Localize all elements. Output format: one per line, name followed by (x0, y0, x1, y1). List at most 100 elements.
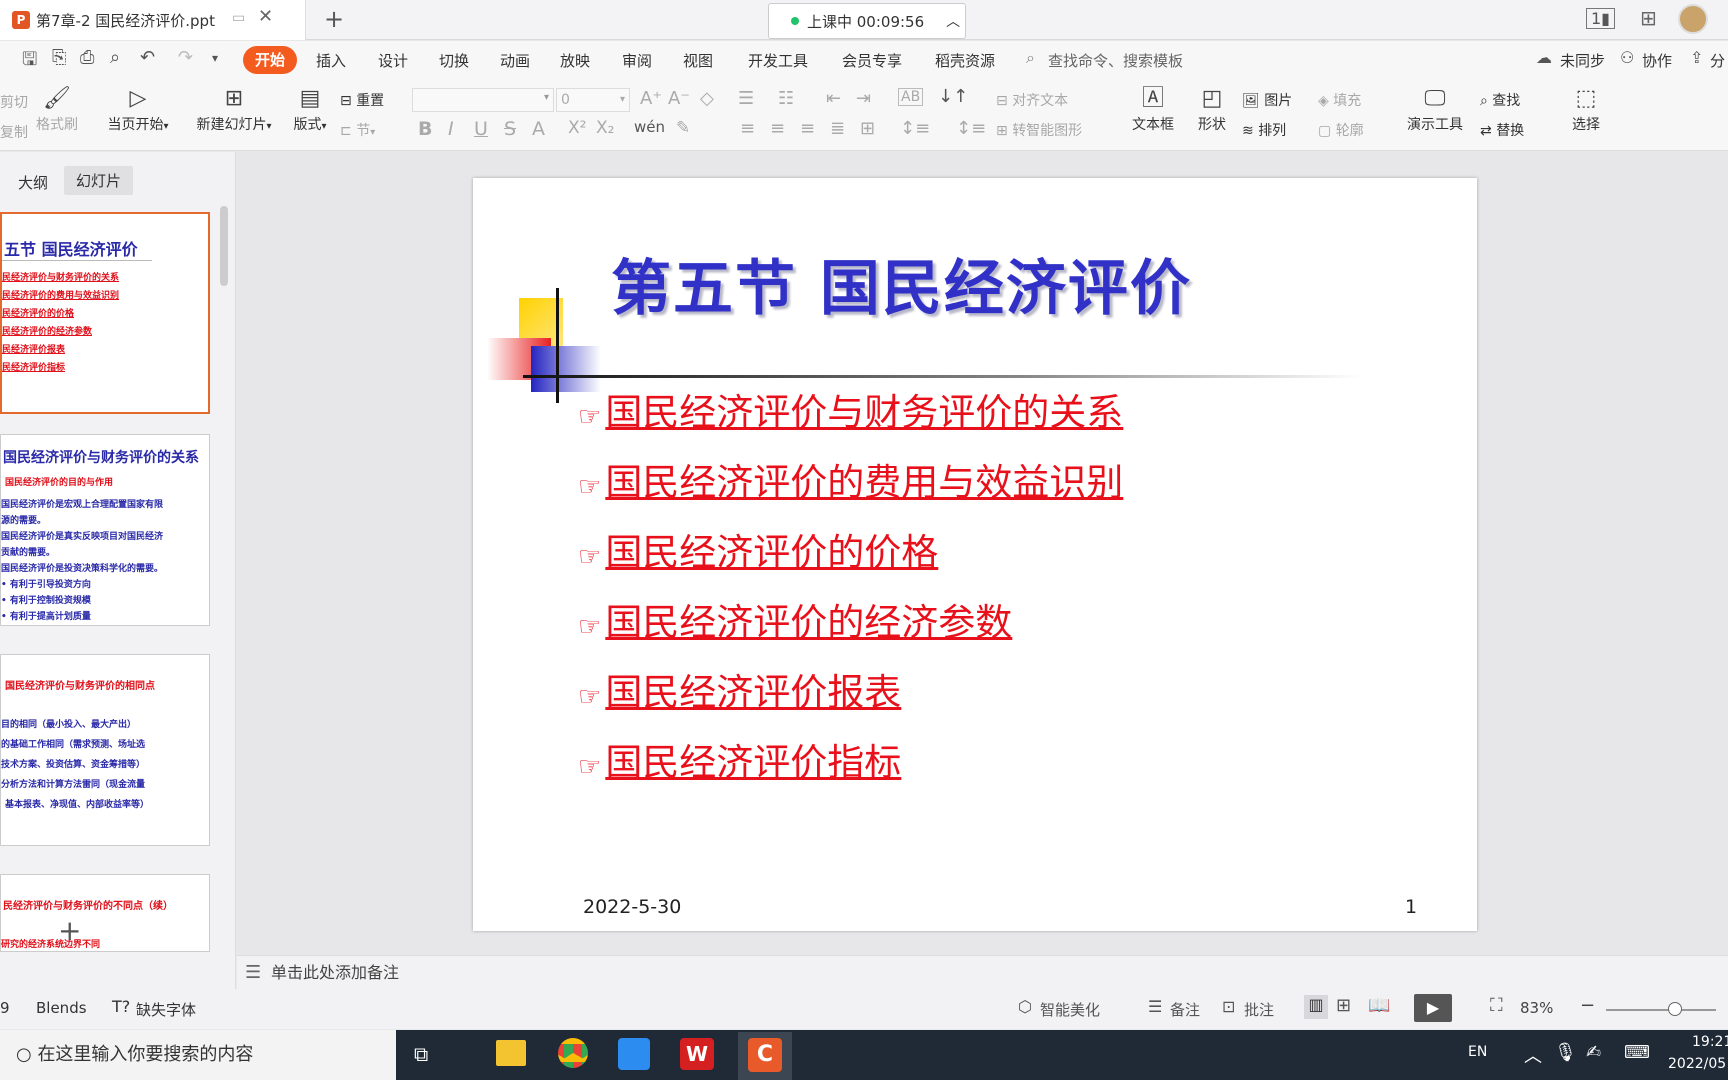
task-view-icon[interactable]: ⧉ (414, 1042, 428, 1066)
paragraph-spacing-icon[interactable]: ↕≡ (956, 118, 986, 139)
chrome-icon[interactable] (558, 1038, 588, 1068)
window-layout-icon[interactable]: 1▮ (1586, 8, 1615, 29)
font-name-select[interactable]: ▾ (412, 88, 554, 112)
distribute-icon[interactable]: ⊞ (860, 118, 875, 139)
redo-icon[interactable]: ↷ (178, 47, 193, 68)
normal-view-icon[interactable]: ▥ (1304, 995, 1328, 1019)
collaborate-button[interactable]: 协作 (1642, 50, 1672, 71)
fill-button[interactable]: ◈ 填充 (1318, 90, 1361, 110)
pinyin-icon[interactable]: wén (634, 118, 665, 136)
zoom-slider-thumb[interactable] (1668, 1002, 1682, 1016)
superscript-icon[interactable]: X² (568, 118, 586, 138)
user-avatar[interactable] (1678, 4, 1708, 34)
bold-icon[interactable]: B (418, 118, 432, 140)
play-current-slide-button[interactable]: ▷ 当页开始▾ (102, 84, 174, 134)
pen-icon[interactable]: ✍ (1586, 1042, 1601, 1063)
bullet-link-3[interactable]: ☞ 国民经济评价的价格 (578, 522, 938, 576)
tab-insert[interactable]: 插入 (316, 50, 346, 71)
align-text-button[interactable]: ⊟ 对齐文本 (996, 90, 1068, 110)
print-preview-icon[interactable]: ⌕ (110, 47, 120, 68)
subscript-icon[interactable]: X₂ (596, 118, 614, 138)
app-store-icon[interactable] (618, 1038, 650, 1070)
italic-icon[interactable]: I (448, 118, 454, 140)
microphone-icon[interactable]: 🎙 (1554, 1042, 1577, 1063)
sort-icon[interactable]: ↓↑ (938, 86, 968, 107)
zoom-slider[interactable] (1606, 1009, 1716, 1011)
beautify-button[interactable]: 智能美化 (1040, 999, 1100, 1020)
document-tab[interactable]: P 第7章-2 国民经济评价.ppt ▭ ✕ (0, 0, 306, 40)
smart-shape-button[interactable]: ⊞ 转智能图形 (996, 120, 1082, 140)
indent-icon[interactable]: ⇥ (856, 88, 871, 109)
tab-outline[interactable]: 大纲 (18, 172, 48, 193)
save-icon[interactable]: 🖫 (22, 47, 37, 77)
pin-icon[interactable]: ▭ (232, 10, 245, 26)
line-spacing-icon[interactable]: ↕≡ (900, 118, 930, 139)
wps-office-icon[interactable]: W (680, 1038, 714, 1070)
clock-date[interactable]: 2022/05 (1668, 1056, 1726, 1072)
outdent-icon[interactable]: ⇤ (826, 88, 841, 109)
export-icon[interactable]: ⎘ (52, 47, 66, 68)
cut-button[interactable]: 剪切 (0, 92, 28, 112)
increase-font-icon[interactable]: A⁺ (640, 88, 662, 109)
text-direction-icon[interactable]: AB (898, 88, 924, 106)
comment-button[interactable]: 批注 (1244, 999, 1274, 1020)
file-explorer-icon[interactable] (496, 1040, 526, 1066)
taskbar-search-input[interactable]: ○ 在这里输入你要搜索的内容 (0, 1030, 396, 1080)
tab-slideshow[interactable]: 放映 (560, 50, 590, 71)
reading-view-icon[interactable]: 📖 (1368, 995, 1390, 1016)
slide-thumbnail-3[interactable]: 国民经济评价与财务评价的相同点 目的相同（最小投入、最大产出） 的基础工作相同（… (0, 654, 210, 846)
chevron-up-icon[interactable]: ︿ (946, 11, 960, 31)
bullet-list-icon[interactable]: ☰ (738, 88, 754, 109)
decrease-font-icon[interactable]: A⁻ (668, 88, 690, 109)
arrange-button[interactable]: ≋ 排列 (1242, 120, 1286, 140)
numbered-list-icon[interactable]: ☷ (778, 88, 794, 109)
tab-design[interactable]: 设计 (378, 50, 408, 71)
bullet-link-5[interactable]: ☞ 国民经济评价报表 (578, 662, 901, 716)
outline-button[interactable]: ▢ 轮廓 (1318, 120, 1364, 140)
slide-thumbnail-2[interactable]: 国民经济评价与财务评价的关系 国民经济评价的目的与作用 国民经济评价是宏观上合理… (0, 434, 210, 626)
command-search[interactable]: 查找命令、搜索模板 (1048, 50, 1183, 71)
bullet-link-2[interactable]: ☞ 国民经济评价的费用与效益识别 (578, 452, 1123, 506)
presenter-tools-button[interactable]: 🖵 演示工具 (1398, 84, 1472, 134)
notes-area[interactable]: ☰ 单击此处添加备注 (237, 955, 1728, 989)
replace-button[interactable]: ⇄ 替换 (1480, 120, 1524, 140)
tab-review[interactable]: 审阅 (622, 50, 652, 71)
play-slideshow-button[interactable]: ▶ (1414, 994, 1452, 1022)
close-tab-icon[interactable]: ✕ (258, 6, 273, 27)
apps-grid-icon[interactable]: ⊞ (1640, 6, 1657, 30)
underline-icon[interactable]: U (474, 118, 488, 140)
font-size-select[interactable]: 0 ▾ (556, 88, 630, 112)
slide-canvas[interactable]: 第五节 国民经济评价 ☞ 国民经济评价与财务评价的关系 ☞ 国民经济评价的费用与效益… (473, 178, 1477, 931)
slide-sorter-icon[interactable]: ⊞ (1336, 995, 1351, 1016)
missing-font-button[interactable]: 缺失字体 (136, 999, 196, 1020)
tab-member[interactable]: 会员专享 (842, 50, 902, 71)
notes-toggle-button[interactable]: 备注 (1170, 999, 1200, 1020)
share-button[interactable]: 分 (1710, 50, 1725, 71)
align-left-icon[interactable]: ≡ (740, 118, 755, 139)
bullet-link-1[interactable]: ☞ 国民经济评价与财务评价的关系 (578, 382, 1123, 436)
bullet-link-4[interactable]: ☞ 国民经济评价的经济参数 (578, 592, 1012, 646)
customize-dropdown-icon[interactable]: ▾ (212, 51, 218, 65)
clear-format-icon[interactable]: ◇ (700, 88, 714, 109)
zoom-out-icon[interactable]: − (1580, 995, 1595, 1016)
shape-button[interactable]: ◰ 形状 (1190, 84, 1234, 134)
language-indicator[interactable]: EN (1468, 1044, 1487, 1060)
font-color-icon[interactable]: A (532, 118, 545, 140)
picture-button[interactable]: 🖼 图片 (1242, 90, 1292, 110)
tab-home[interactable]: 开始 (243, 46, 297, 74)
copy-button[interactable]: 复制 (0, 122, 28, 142)
theme-name[interactable]: Blends (36, 999, 87, 1017)
align-right-icon[interactable]: ≡ (800, 118, 815, 139)
select-button[interactable]: ⬚ 选择 (1562, 84, 1610, 134)
align-center-icon[interactable]: ≡ (770, 118, 785, 139)
panel-scrollbar[interactable] (220, 206, 228, 286)
new-slide-button[interactable]: ⊞ 新建幻灯片▾ (192, 84, 276, 134)
tab-slides[interactable]: 幻灯片 (64, 166, 134, 195)
undo-icon[interactable]: ↶ (140, 47, 155, 68)
slide-thumbnail-1[interactable]: 五节 国民经济评价 民经济评价与财务评价的关系 民经济评价的费用与效益识别 民经… (0, 212, 210, 414)
tray-expand-icon[interactable]: ︿ (1524, 1042, 1542, 1068)
tab-docer-resources[interactable]: 稻壳资源 (935, 50, 995, 71)
justify-icon[interactable]: ≣ (830, 118, 845, 139)
layout-button[interactable]: ▤ 版式▾ (288, 84, 332, 134)
fit-window-icon[interactable]: ⛶ (1490, 995, 1503, 1016)
